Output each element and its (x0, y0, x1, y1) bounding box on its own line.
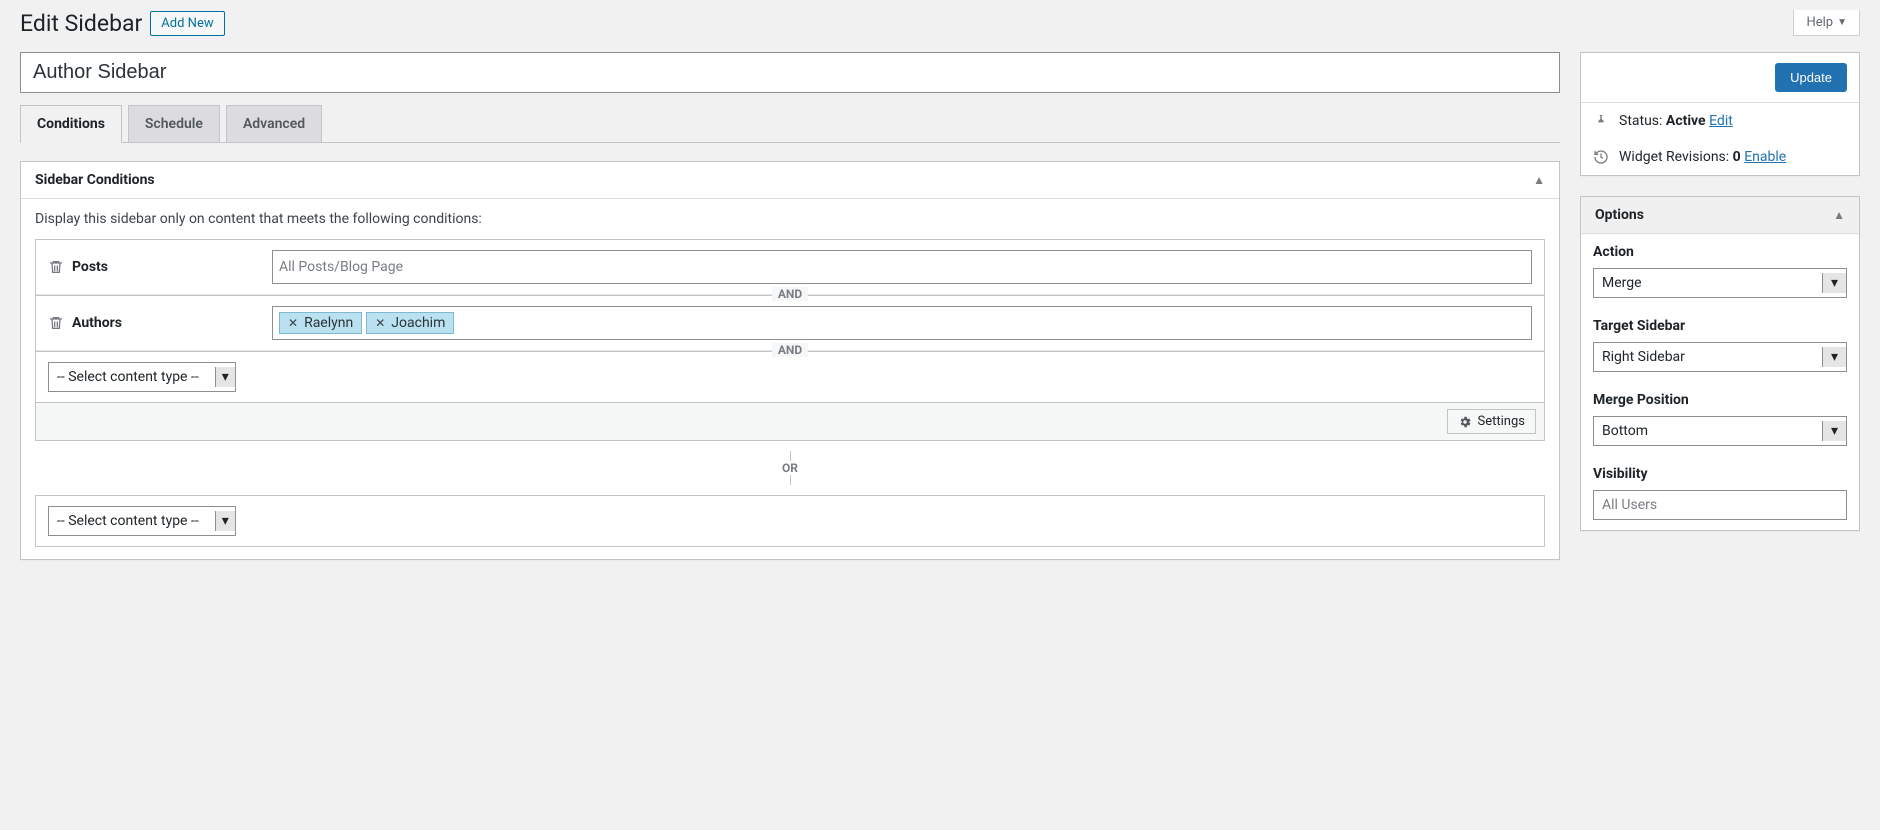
select-value: -- Select content type -- (57, 369, 199, 385)
revisions-count: 0 (1733, 149, 1741, 165)
select-value: Bottom (1602, 423, 1648, 439)
conditions-intro: Display this sidebar only on content tha… (35, 211, 1545, 227)
target-sidebar-select[interactable]: Right Sidebar ▾ (1593, 342, 1847, 372)
history-icon (1593, 149, 1609, 165)
visibility-select[interactable]: All Users (1593, 490, 1847, 520)
merge-position-label: Merge Position (1593, 392, 1847, 408)
options-heading: Options (1595, 207, 1644, 223)
trash-icon[interactable] (48, 259, 72, 275)
chevron-down-icon: ▾ (215, 367, 235, 387)
chevron-down-icon: ▾ (1822, 347, 1846, 367)
tab-conditions[interactable]: Conditions (20, 105, 122, 143)
pin-icon (1593, 113, 1609, 129)
tab-advanced[interactable]: Advanced (226, 105, 322, 142)
select-value: Right Sidebar (1602, 349, 1685, 365)
gear-icon (1458, 415, 1472, 429)
token-label: Joachim (391, 315, 445, 331)
chevron-down-icon: ▾ (1822, 273, 1846, 293)
select-value: All Users (1602, 497, 1657, 513)
collapse-icon[interactable]: ▲ (1833, 208, 1845, 222)
remove-tag-icon[interactable]: ✕ (288, 316, 298, 330)
chevron-down-icon: ▾ (1822, 421, 1846, 441)
visibility-label: Visibility (1593, 466, 1847, 482)
remove-tag-icon[interactable]: ✕ (375, 316, 385, 330)
tabs: Conditions Schedule Advanced (20, 105, 1560, 143)
trash-icon[interactable] (48, 315, 72, 331)
update-button[interactable]: Update (1775, 63, 1847, 92)
rule-placeholder: All Posts/Blog Page (279, 259, 403, 275)
revisions-label: Widget Revisions: (1619, 149, 1729, 165)
conditions-postbox: Sidebar Conditions ▲ Display this sideba… (20, 161, 1560, 560)
group-settings-button[interactable]: Settings (1447, 409, 1536, 434)
chevron-down-icon: ▾ (215, 511, 235, 531)
add-new-button[interactable]: Add New (150, 11, 224, 36)
token-raelynn: ✕ Raelynn (279, 312, 362, 334)
revisions-enable-link[interactable]: Enable (1744, 149, 1786, 165)
tab-schedule[interactable]: Schedule (128, 105, 220, 142)
conditions-heading: Sidebar Conditions (35, 172, 155, 188)
rule-label: Posts (72, 259, 272, 275)
or-connector: OR (776, 461, 804, 475)
sidebar-title-input[interactable] (20, 52, 1560, 93)
action-label: Action (1593, 244, 1847, 260)
merge-position-select[interactable]: Bottom ▾ (1593, 416, 1847, 446)
page-title: Edit Sidebar (20, 10, 142, 37)
rule-values-input[interactable]: ✕ Raelynn ✕ Joachim (272, 306, 1532, 340)
help-tab[interactable]: Help ▼ (1793, 10, 1860, 36)
token-label: Raelynn (304, 315, 353, 331)
rule-values-input[interactable]: All Posts/Blog Page (272, 250, 1532, 284)
settings-label: Settings (1478, 414, 1525, 429)
condition-group-2: -- Select content type -- ▾ (35, 495, 1545, 547)
options-box: Options ▲ Action Merge ▾ Target Sidebar … (1580, 196, 1860, 531)
chevron-down-icon: ▼ (1837, 17, 1847, 28)
rule-label: Authors (72, 315, 272, 331)
token-joachim: ✕ Joachim (366, 312, 454, 334)
action-select[interactable]: Merge ▾ (1593, 268, 1847, 298)
help-label: Help (1806, 15, 1833, 30)
collapse-icon[interactable]: ▲ (1533, 173, 1545, 187)
status-edit-link[interactable]: Edit (1709, 113, 1733, 129)
target-sidebar-label: Target Sidebar (1593, 318, 1847, 334)
select-value: Merge (1602, 275, 1642, 291)
content-type-select[interactable]: -- Select content type -- ▾ (48, 506, 236, 536)
status-value: Active (1666, 113, 1706, 129)
and-connector: AND (772, 287, 808, 301)
publish-box: Update Status: Active Edit (1580, 52, 1860, 176)
content-type-row: -- Select content type -- ▾ (36, 352, 1544, 402)
condition-group: Posts All Posts/Blog Page AND Authors (35, 239, 1545, 441)
and-connector: AND (772, 343, 808, 357)
status-label: Status: (1619, 113, 1662, 129)
select-value: -- Select content type -- (57, 513, 199, 529)
content-type-select[interactable]: -- Select content type -- ▾ (48, 362, 236, 392)
content-type-row: -- Select content type -- ▾ (36, 496, 1544, 546)
